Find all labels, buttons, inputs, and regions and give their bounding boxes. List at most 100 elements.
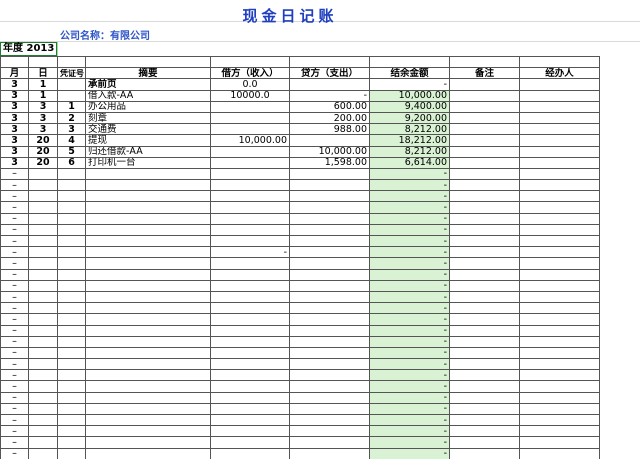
cell-debit[interactable]: 0.0 xyxy=(210,78,290,91)
cell-empty[interactable] xyxy=(28,257,58,270)
cell-empty[interactable] xyxy=(289,358,370,371)
cell-balance[interactable]: - xyxy=(369,201,450,214)
cell-credit[interactable] xyxy=(289,134,370,147)
column-header[interactable]: 凭证号 xyxy=(57,67,86,80)
cell-empty[interactable] xyxy=(289,380,370,393)
cell-empty[interactable] xyxy=(449,156,520,169)
cell-month[interactable]: – xyxy=(0,402,29,416)
cell-empty[interactable] xyxy=(449,145,520,158)
cell-month[interactable]: – xyxy=(0,201,29,214)
cell-balance[interactable]: 10,000.00 xyxy=(369,89,450,102)
cell-voucher[interactable]: 1 xyxy=(57,100,86,113)
cell-empty[interactable] xyxy=(519,425,600,438)
cell-empty[interactable] xyxy=(449,425,520,438)
cell-voucher[interactable]: 2 xyxy=(57,111,86,125)
cell-empty[interactable] xyxy=(449,346,520,360)
cell-empty[interactable] xyxy=(289,234,370,248)
cell-empty[interactable] xyxy=(28,302,58,315)
cell-voucher[interactable]: 4 xyxy=(57,134,86,147)
cell-month[interactable]: 3 xyxy=(0,145,29,158)
cell-empty[interactable] xyxy=(519,391,600,404)
cell-empty[interactable] xyxy=(519,313,600,326)
cell-empty[interactable] xyxy=(57,257,86,270)
cell-empty[interactable] xyxy=(28,190,58,203)
cell-month[interactable]: 3 xyxy=(0,111,29,125)
cell-debit[interactable]: - xyxy=(210,246,290,259)
cell-empty[interactable] xyxy=(449,190,520,203)
cell-summary[interactable]: 归还借款-AA xyxy=(85,145,211,158)
cell-empty[interactable] xyxy=(85,391,211,404)
cell-empty[interactable] xyxy=(85,257,211,270)
cell-empty[interactable] xyxy=(57,246,86,259)
cell-empty[interactable] xyxy=(210,234,290,248)
cell-month[interactable]: – xyxy=(0,268,29,281)
cell-day[interactable]: 1 xyxy=(28,89,58,102)
cell-voucher[interactable]: 3 xyxy=(57,123,86,136)
cell-empty[interactable] xyxy=(519,212,600,225)
cell-empty[interactable] xyxy=(57,380,86,393)
cell-empty[interactable] xyxy=(289,369,370,382)
cell-empty[interactable] xyxy=(519,201,600,214)
cell-empty[interactable] xyxy=(85,246,211,259)
cell-balance[interactable]: 8,212.00 xyxy=(369,145,450,158)
cell-summary[interactable]: 打印机一台 xyxy=(85,156,211,169)
cell-month[interactable]: – xyxy=(0,179,29,192)
cell-empty[interactable] xyxy=(289,279,370,292)
cell-empty[interactable] xyxy=(519,156,600,169)
year-cell[interactable]: 年度 2013 xyxy=(0,42,57,56)
cell-month[interactable]: 3 xyxy=(0,123,29,136)
cell-balance[interactable]: - xyxy=(369,190,450,203)
cell-empty[interactable] xyxy=(519,78,600,91)
cell-summary[interactable]: 承前页 xyxy=(85,78,211,91)
cell-empty[interactable] xyxy=(519,436,600,449)
cell-empty[interactable] xyxy=(28,402,58,416)
cell-empty[interactable] xyxy=(519,223,600,237)
cell-empty[interactable] xyxy=(28,425,58,438)
cell-month[interactable]: – xyxy=(0,313,29,326)
cell-empty[interactable] xyxy=(449,223,520,237)
cell-balance[interactable]: - xyxy=(369,167,450,181)
cell-empty[interactable] xyxy=(449,167,520,181)
cell-empty[interactable] xyxy=(289,402,370,416)
cell-debit[interactable] xyxy=(210,111,290,125)
cell-balance[interactable]: - xyxy=(369,223,450,237)
cell-empty[interactable] xyxy=(289,346,370,360)
cell-empty[interactable] xyxy=(449,100,520,113)
cell-empty[interactable] xyxy=(449,358,520,371)
cell-balance[interactable]: - xyxy=(369,234,450,248)
cell-empty[interactable] xyxy=(57,201,86,214)
column-header[interactable]: 备注 xyxy=(449,67,520,80)
cell-balance[interactable]: - xyxy=(369,402,450,416)
cell-month[interactable]: – xyxy=(0,436,29,449)
cell-balance[interactable]: - xyxy=(369,324,450,337)
cell-balance[interactable]: - xyxy=(369,246,450,259)
cell-empty[interactable] xyxy=(85,290,211,304)
cell-day[interactable]: 20 xyxy=(28,156,58,169)
cell-empty[interactable] xyxy=(449,89,520,102)
cell-empty[interactable] xyxy=(210,179,290,192)
cell-empty[interactable] xyxy=(28,268,58,281)
cell-balance[interactable]: - xyxy=(369,290,450,304)
cell-debit[interactable] xyxy=(210,100,290,113)
cell-empty[interactable] xyxy=(210,402,290,416)
cell-empty[interactable] xyxy=(28,358,58,371)
cell-empty[interactable] xyxy=(57,234,86,248)
cell-empty[interactable] xyxy=(57,268,86,281)
cell-empty[interactable] xyxy=(449,134,520,147)
cell-summary[interactable]: 借入款-AA xyxy=(85,89,211,102)
cell-empty[interactable] xyxy=(289,447,370,459)
cell-month[interactable]: – xyxy=(0,234,29,248)
cell-empty[interactable] xyxy=(449,246,520,259)
cell-empty[interactable] xyxy=(210,302,290,315)
cell-credit[interactable]: - xyxy=(289,89,370,102)
cell-empty[interactable] xyxy=(85,302,211,315)
cell-empty[interactable] xyxy=(449,279,520,292)
cell-balance[interactable]: - xyxy=(369,425,450,438)
column-header[interactable]: 月 xyxy=(0,67,29,80)
cell-empty[interactable] xyxy=(289,290,370,304)
cell-empty[interactable] xyxy=(519,268,600,281)
cell-credit[interactable]: 988.00 xyxy=(289,123,370,136)
cell-empty[interactable] xyxy=(289,223,370,237)
cell-empty[interactable] xyxy=(85,413,211,427)
cell-empty[interactable] xyxy=(210,167,290,181)
